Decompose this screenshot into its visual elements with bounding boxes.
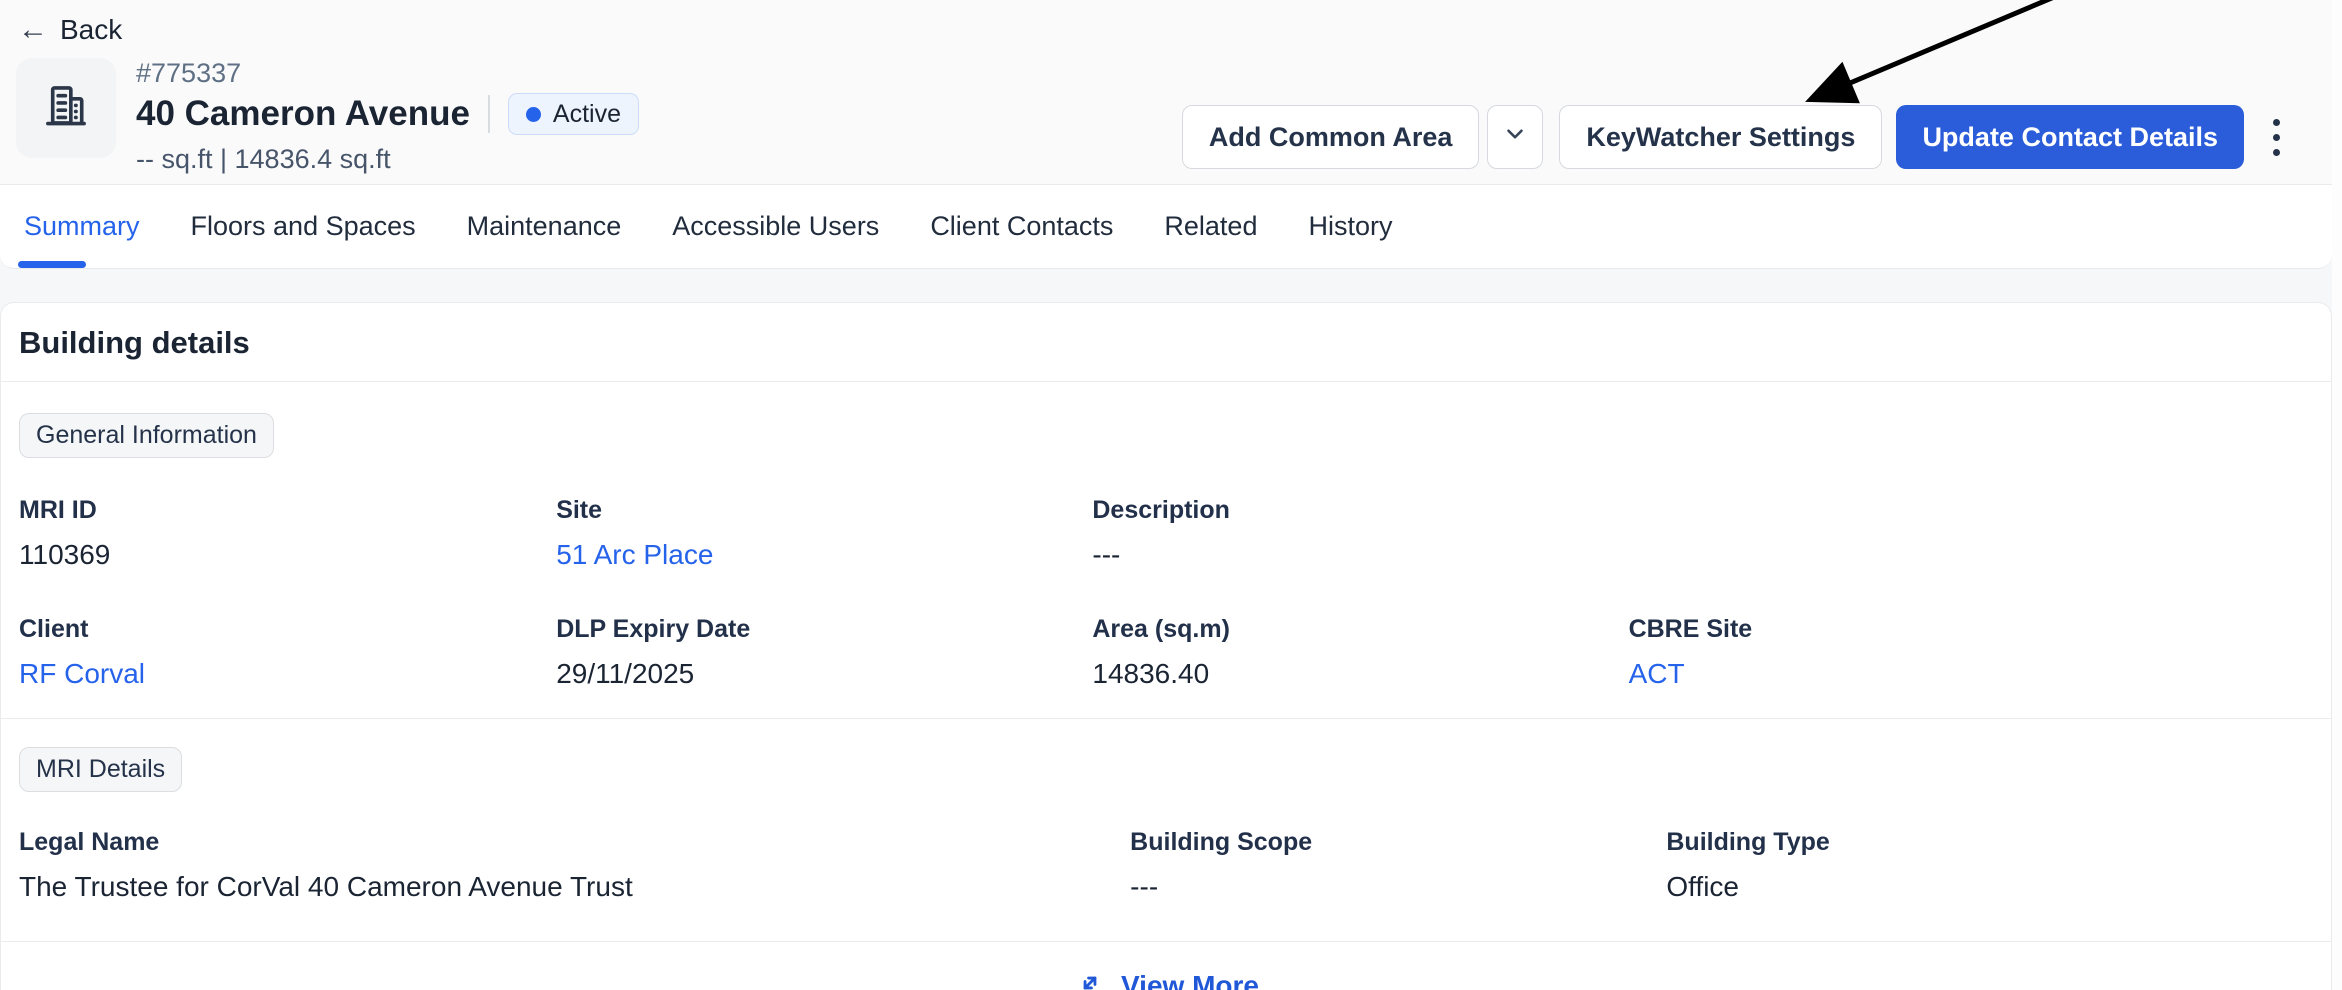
field-row: Legal Name The Trustee for CorVal 40 Cam… (19, 826, 2313, 941)
general-information-chip: General Information (19, 413, 274, 458)
building-id: #775337 (136, 56, 639, 90)
field-row: MRI ID 110369 Site 51 Arc Place Descript… (19, 494, 2313, 573)
back-arrow-icon: ← (18, 15, 48, 45)
view-more-button[interactable]: View More (1, 942, 2331, 990)
field-client: Client RF Corval (19, 613, 556, 692)
status-label: Active (553, 100, 621, 129)
client-link[interactable]: RF Corval (19, 656, 556, 692)
keywatcher-settings-button[interactable]: KeyWatcher Settings (1559, 105, 1882, 169)
tab-summary[interactable]: Summary (24, 211, 140, 242)
tab-client-contacts[interactable]: Client Contacts (930, 211, 1113, 242)
tab-bar: Summary Floors and Spaces Maintenance Ac… (0, 185, 2332, 269)
tab-maintenance[interactable]: Maintenance (467, 211, 622, 242)
back-label: Back (60, 14, 122, 46)
field-building-type: Building Type Office (1666, 826, 2313, 905)
update-contact-details-button[interactable]: Update Contact Details (1896, 105, 2244, 169)
field-description: Description --- (1092, 494, 1628, 573)
tab-history[interactable]: History (1308, 211, 1392, 242)
mri-details-chip: MRI Details (19, 747, 182, 792)
expand-icon (1073, 966, 1107, 990)
building-icon (37, 77, 95, 140)
divider (488, 95, 490, 133)
building-avatar (16, 58, 116, 158)
scrollbar-gutter[interactable] (2332, 0, 2342, 990)
field-mri-id: MRI ID 110369 (19, 494, 556, 573)
field-area-sqm: Area (sq.m) 14836.40 (1092, 613, 1628, 692)
tab-related[interactable]: Related (1164, 211, 1257, 242)
field-legal-name: Legal Name The Trustee for CorVal 40 Cam… (19, 826, 1130, 905)
add-common-area-button[interactable]: Add Common Area (1182, 105, 1480, 169)
building-details-card: Building details General Information MRI… (0, 302, 2332, 990)
section-title: Building details (19, 325, 250, 360)
header-actions: Add Common Area KeyWatcher Settings Upda… (1182, 105, 2298, 169)
back-button[interactable]: ← Back (0, 0, 122, 46)
add-common-area-dropdown-button[interactable] (1487, 105, 1543, 169)
building-detail-page: ← Back (0, 0, 2332, 990)
field-building-scope: Building Scope --- (1130, 826, 1666, 905)
field-site: Site 51 Arc Place (556, 494, 1092, 573)
status-dot-icon (526, 107, 541, 122)
site-link[interactable]: 51 Arc Place (556, 537, 1092, 573)
active-tab-indicator (18, 261, 86, 268)
field-cbre-site: CBRE Site ACT (1629, 613, 2313, 692)
area-summary: -- sq.ft | 14836.4 sq.ft (136, 142, 639, 176)
status-badge: Active (508, 93, 639, 135)
card-header: Building details (1, 303, 2331, 382)
general-information-section: General Information MRI ID 110369 Site 5… (1, 382, 2331, 719)
mri-details-section: MRI Details Legal Name The Trustee for C… (1, 719, 2331, 942)
chevron-down-icon (1502, 121, 1528, 154)
field-row: Client RF Corval DLP Expiry Date 29/11/2… (19, 613, 2313, 718)
title-block: #775337 40 Cameron Avenue Active -- sq.f… (136, 56, 639, 176)
view-more-label: View More (1121, 970, 1259, 990)
tab-accessible-users[interactable]: Accessible Users (672, 211, 879, 242)
kebab-menu-icon[interactable] (2254, 105, 2298, 169)
page-title: 40 Cameron Avenue (136, 92, 470, 136)
tab-floors-and-spaces[interactable]: Floors and Spaces (191, 211, 416, 242)
field-dlp-expiry-date: DLP Expiry Date 29/11/2025 (556, 613, 1092, 692)
cbre-site-link[interactable]: ACT (1629, 656, 2313, 692)
page-header: ← Back (0, 0, 2332, 185)
